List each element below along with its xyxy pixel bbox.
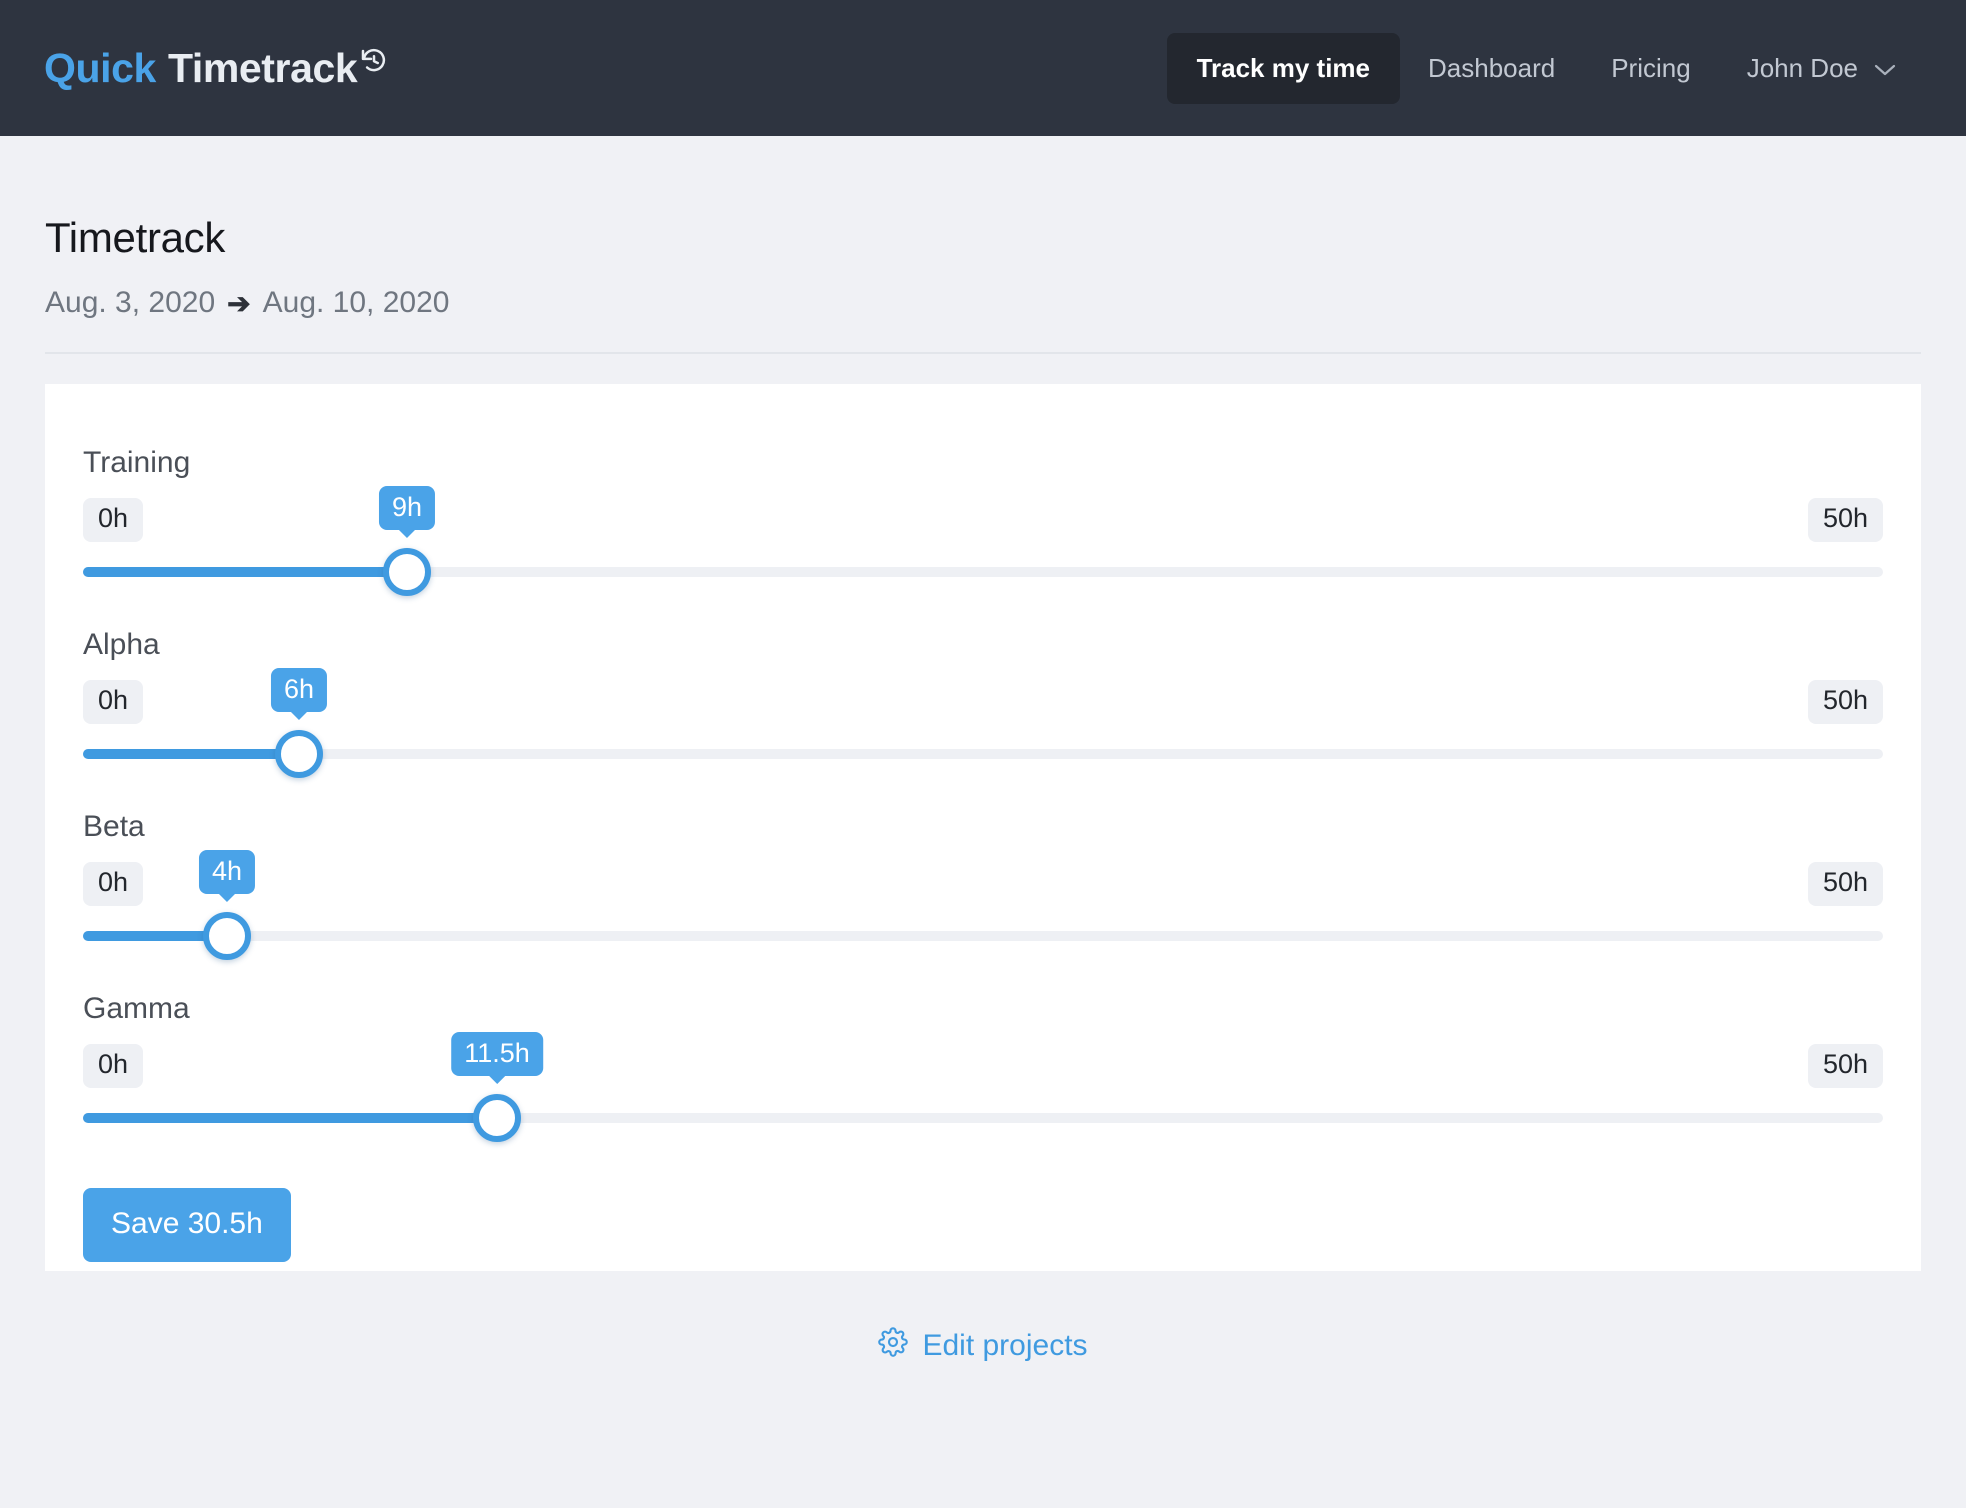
slider-track-beta[interactable] xyxy=(83,912,1883,960)
slider-label-beta: Beta xyxy=(83,810,1883,844)
user-name-label: John Doe xyxy=(1747,53,1858,84)
nav-links: Track my time Dashboard Pricing John Doe xyxy=(1167,33,1922,104)
slider-track-fill xyxy=(83,1113,497,1123)
slider-max-gamma: 50h xyxy=(1808,1044,1883,1088)
chevron-down-icon xyxy=(1874,53,1896,84)
slider-group-beta: Beta 0h 4h 50h xyxy=(83,810,1883,960)
slider-group-alpha: Alpha 0h 6h 50h xyxy=(83,628,1883,778)
history-rotate-icon xyxy=(359,39,389,86)
slider-track-alpha[interactable] xyxy=(83,730,1883,778)
slider-label-alpha: Alpha xyxy=(83,628,1883,662)
nav-item-pricing[interactable]: Pricing xyxy=(1583,33,1718,104)
arrow-right-icon: ➔ xyxy=(227,287,250,320)
slider-value-bubble-alpha: 6h xyxy=(271,668,327,712)
slider-track-fill xyxy=(83,749,299,759)
slider-thumb-training[interactable] xyxy=(383,548,431,596)
slider-bounds-gamma: 0h 11.5h 50h xyxy=(83,1042,1883,1090)
page-title: Timetrack xyxy=(45,214,1921,262)
slider-thumb-beta[interactable] xyxy=(203,912,251,960)
edit-projects-link[interactable]: Edit projects xyxy=(878,1327,1087,1365)
slider-track-background xyxy=(83,931,1883,941)
save-button[interactable]: Save 30.5h xyxy=(83,1188,291,1262)
slider-value-bubble-gamma: 11.5h xyxy=(451,1032,543,1076)
slider-track-background xyxy=(83,749,1883,759)
slider-max-alpha: 50h xyxy=(1808,680,1883,724)
date-range: Aug. 3, 2020 ➔ Aug. 10, 2020 xyxy=(45,286,1921,320)
slider-min-gamma: 0h xyxy=(83,1044,143,1088)
slider-value-bubble-training: 9h xyxy=(379,486,435,530)
slider-track-gamma[interactable] xyxy=(83,1094,1883,1142)
slider-bounds-beta: 0h 4h 50h xyxy=(83,860,1883,908)
date-range-end: Aug. 10, 2020 xyxy=(263,286,450,320)
slider-value-bubble-beta: 4h xyxy=(199,850,255,894)
slider-max-training: 50h xyxy=(1808,498,1883,542)
slider-bounds-training: 0h 9h 50h xyxy=(83,496,1883,544)
card-footer: Edit projects xyxy=(45,1327,1921,1365)
slider-min-alpha: 0h xyxy=(83,680,143,724)
slider-track-training[interactable] xyxy=(83,548,1883,596)
header-divider xyxy=(45,352,1921,354)
slider-group-gamma: Gamma 0h 11.5h 50h xyxy=(83,992,1883,1142)
timetrack-card: Training 0h 9h 50h Alpha 0h 6h 50h xyxy=(45,384,1921,1271)
slider-label-training: Training xyxy=(83,446,1883,480)
slider-label-gamma: Gamma xyxy=(83,992,1883,1026)
edit-projects-label: Edit projects xyxy=(922,1329,1087,1363)
page-body: Timetrack Aug. 3, 2020 ➔ Aug. 10, 2020 T… xyxy=(0,214,1966,1365)
slider-thumb-gamma[interactable] xyxy=(473,1094,521,1142)
slider-bounds-alpha: 0h 6h 50h xyxy=(83,678,1883,726)
slider-min-beta: 0h xyxy=(83,862,143,906)
brand-timetrack-text: Timetrack xyxy=(168,45,357,92)
nav-item-dashboard[interactable]: Dashboard xyxy=(1400,33,1583,104)
nav-item-track-my-time[interactable]: Track my time xyxy=(1167,33,1400,104)
slider-thumb-alpha[interactable] xyxy=(275,730,323,778)
brand-quick-text: Quick xyxy=(44,45,156,92)
gear-icon xyxy=(878,1327,908,1365)
brand-logo[interactable]: Quick Timetrack xyxy=(44,45,389,92)
slider-track-fill xyxy=(83,567,407,577)
top-navbar: Quick Timetrack Track my time Dashboard … xyxy=(0,0,1966,136)
slider-min-training: 0h xyxy=(83,498,143,542)
user-menu[interactable]: John Doe xyxy=(1719,33,1922,104)
slider-group-training: Training 0h 9h 50h xyxy=(83,446,1883,596)
date-range-start: Aug. 3, 2020 xyxy=(45,286,215,320)
slider-max-beta: 50h xyxy=(1808,862,1883,906)
